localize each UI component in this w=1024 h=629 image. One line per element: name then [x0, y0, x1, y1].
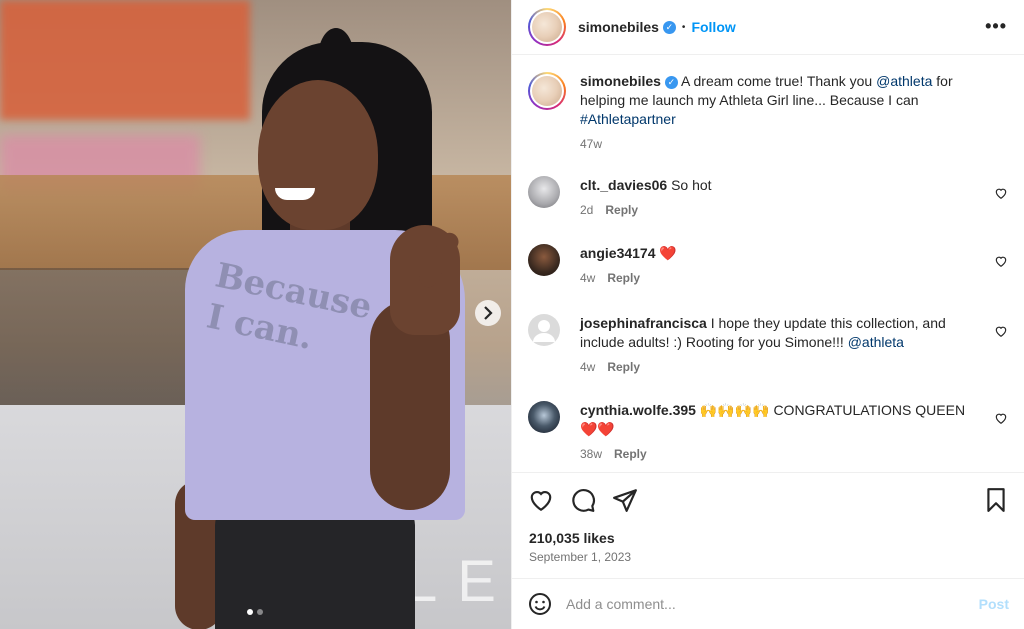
- caption-avatar[interactable]: [528, 72, 566, 110]
- post-header: simonebiles ✓ • Follow •••: [512, 0, 1024, 55]
- post-comment-button[interactable]: Post: [979, 596, 1009, 612]
- comment-item: clt._davies06 So hot 2d Reply: [528, 176, 1008, 220]
- comment-avatar[interactable]: [528, 401, 560, 433]
- avatar-image: [532, 76, 562, 106]
- likes-count[interactable]: 210,035 likes: [529, 530, 615, 546]
- emoji-icon[interactable]: [528, 592, 552, 616]
- comment-like-heart-icon[interactable]: [994, 411, 1008, 425]
- caption-text: simonebiles ✓ A dream come true! Thank yo…: [580, 72, 980, 129]
- comment-text: So hot: [671, 177, 712, 193]
- hashtag-link[interactable]: #Athletapartner: [580, 111, 676, 127]
- slide-dot: [257, 609, 263, 615]
- comment-age: 4w: [580, 271, 596, 285]
- photo-background-shirts: [0, 0, 250, 120]
- next-slide-button[interactable]: [475, 300, 501, 326]
- reply-button[interactable]: Reply: [607, 360, 640, 374]
- follow-button[interactable]: Follow: [691, 19, 735, 35]
- comment-username[interactable]: cynthia.wolfe.395: [580, 402, 696, 418]
- comment-item: angie34174 ❤️ 4w Reply: [528, 244, 1008, 288]
- more-options-icon[interactable]: •••: [985, 16, 1007, 37]
- comments-list[interactable]: simonebiles ✓ A dream come true! Thank yo…: [512, 56, 1024, 472]
- share-send-icon[interactable]: [612, 487, 638, 513]
- comment-username[interactable]: clt._davies06: [580, 177, 667, 193]
- comment-avatar-default[interactable]: [528, 314, 560, 346]
- reply-button[interactable]: Reply: [614, 447, 647, 461]
- photo-smile: [275, 188, 315, 200]
- comment-text: ❤️: [659, 245, 677, 261]
- comment-item: cynthia.wolfe.395 🙌🙌🙌🙌 CONGRATULATIONS Q…: [528, 401, 1008, 464]
- reply-button[interactable]: Reply: [605, 203, 638, 217]
- caption-age: 47w: [580, 137, 603, 151]
- add-comment-bar: Post: [512, 578, 1024, 629]
- header-username[interactable]: simonebiles: [578, 19, 659, 35]
- comment-like-heart-icon[interactable]: [994, 324, 1008, 338]
- add-comment-input[interactable]: [566, 596, 946, 612]
- like-heart-icon[interactable]: [528, 487, 554, 513]
- comment-username[interactable]: angie34174: [580, 245, 656, 261]
- default-user-icon: [533, 320, 555, 342]
- comment-like-heart-icon[interactable]: [994, 186, 1008, 200]
- photo-face: [258, 80, 378, 230]
- comment-age: 38w: [580, 447, 603, 461]
- post-actions: 210,035 likes September 1, 2023: [512, 472, 1024, 578]
- photo-table-letters: LE: [405, 549, 511, 614]
- comment-avatar[interactable]: [528, 176, 560, 208]
- mention-link[interactable]: @athleta: [876, 73, 932, 89]
- comment-avatar[interactable]: [528, 244, 560, 276]
- comment-age: 2d: [580, 203, 594, 217]
- caption-text-part: A dream come true! Thank you: [681, 73, 877, 89]
- comment-like-heart-icon[interactable]: [994, 254, 1008, 268]
- header-separator: •: [681, 21, 686, 33]
- verified-badge-icon: ✓: [664, 75, 678, 89]
- comment-username[interactable]: josephinafrancisca: [580, 315, 707, 331]
- chevron-right-icon: [484, 306, 493, 320]
- post-caption: simonebiles ✓ A dream come true! Thank yo…: [528, 72, 1008, 154]
- slide-dot-active: [247, 609, 253, 615]
- comment-item: josephinafrancisca I hope they update th…: [528, 314, 1008, 377]
- bookmark-save-icon[interactable]: [983, 487, 1009, 513]
- post-media[interactable]: LE Because I can.: [0, 0, 511, 629]
- photo-leggings: [215, 505, 415, 629]
- caption-meta: 47w: [580, 135, 980, 154]
- comment-age: 4w: [580, 360, 596, 374]
- post-date: September 1, 2023: [529, 550, 632, 564]
- reply-button[interactable]: Reply: [607, 271, 640, 285]
- slide-indicator: [247, 609, 263, 615]
- post-side-panel: simonebiles ✓ • Follow ••• simonebiles ✓ …: [511, 0, 1024, 629]
- verified-badge-icon: ✓: [662, 20, 676, 34]
- avatar[interactable]: [528, 8, 566, 46]
- comment-bubble-icon[interactable]: [570, 487, 596, 513]
- caption-username[interactable]: simonebiles: [580, 73, 661, 89]
- avatar-image: [532, 12, 562, 42]
- mention-link[interactable]: @athleta: [848, 334, 904, 350]
